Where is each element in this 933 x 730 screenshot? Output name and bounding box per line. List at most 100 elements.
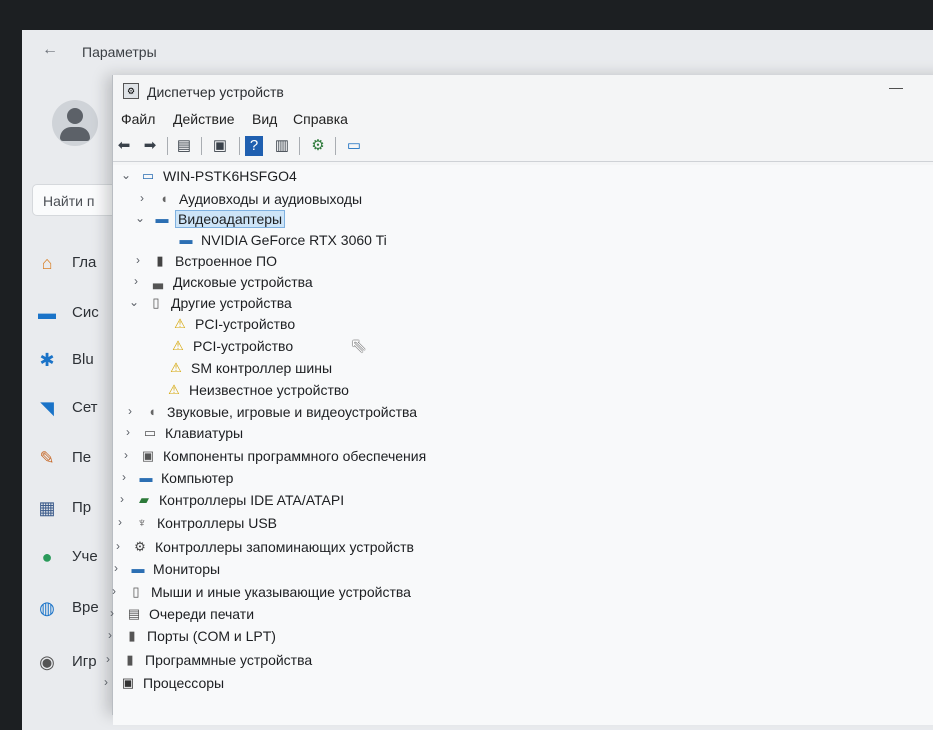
computer-icon: ▭ bbox=[141, 168, 155, 183]
monitor-icon: ▬ bbox=[38, 303, 56, 323]
usb-icon: ♆ bbox=[137, 515, 147, 530]
warning-device-icon: ⚠ bbox=[174, 316, 186, 331]
account-icon: ● bbox=[41, 547, 53, 567]
tree-item-label: Компьютер bbox=[161, 470, 234, 486]
toolbar: ⬅ ➡ ▤ ▣ ? ▥ ⚙ ▭ bbox=[113, 133, 933, 162]
nav-label: Уче bbox=[72, 548, 98, 565]
unknown-device-icon: ▯ bbox=[152, 295, 160, 310]
menu-file[interactable]: Файл bbox=[121, 111, 155, 127]
apps-icon: ▦ bbox=[38, 498, 56, 518]
home-icon: ⌂ bbox=[41, 253, 53, 273]
gpu-icon: ▬ bbox=[179, 232, 193, 247]
chevron-right-icon[interactable]: › bbox=[129, 274, 143, 288]
firmware-icon: ▮ bbox=[156, 253, 164, 268]
toolbar-separator bbox=[299, 137, 300, 155]
chevron-right-icon[interactable]: › bbox=[123, 404, 137, 418]
nav-label: Пр bbox=[72, 499, 92, 516]
chevron-right-icon[interactable]: › bbox=[111, 539, 125, 553]
mouse-cursor-icon: ⇖ bbox=[350, 335, 367, 357]
warning-device-icon: ⚠ bbox=[168, 382, 180, 397]
nav-item-network[interactable]: ◥ Сет bbox=[32, 393, 122, 423]
mouse-icon: ▯ bbox=[132, 584, 140, 599]
menu-help[interactable]: Справка bbox=[293, 111, 348, 127]
nav-item-bluetooth[interactable]: ✱ Blu bbox=[32, 345, 122, 375]
chevron-right-icon[interactable]: › bbox=[103, 628, 117, 642]
device-manager-app-icon: ⚙ bbox=[123, 83, 139, 99]
disk-icon: ▃ bbox=[153, 274, 163, 289]
nav-label: Сет bbox=[72, 399, 98, 416]
chevron-right-icon[interactable]: › bbox=[121, 425, 135, 439]
tree-item-label: Неизвестное устройство bbox=[189, 382, 349, 398]
ide-icon: ▰ bbox=[139, 492, 149, 507]
nav-item-home[interactable]: ⌂ Гла bbox=[32, 248, 122, 278]
properties-icon[interactable]: ▤ bbox=[173, 136, 195, 156]
tree-item-label: Мониторы bbox=[153, 561, 221, 577]
window-title: Диспетчер устройств bbox=[147, 84, 284, 100]
brush-icon: ✎ bbox=[39, 448, 55, 468]
bluetooth-icon: ✱ bbox=[39, 350, 55, 370]
nav-label: Вре bbox=[72, 599, 99, 616]
software-component-icon: ▣ bbox=[141, 448, 155, 463]
view-icon[interactable]: ▥ bbox=[271, 136, 293, 156]
scan-hardware-icon[interactable]: ⚙ bbox=[307, 136, 329, 156]
chevron-right-icon[interactable]: › bbox=[99, 675, 113, 689]
monitor-icon: ▬ bbox=[131, 561, 145, 576]
chevron-down-icon[interactable]: ⌄ bbox=[133, 211, 147, 225]
warning-device-icon: ⚠ bbox=[172, 338, 184, 353]
tree-item-label: Дисковые устройства bbox=[173, 274, 313, 290]
nav-label: Сис bbox=[72, 304, 99, 321]
nav-label: Игр bbox=[72, 653, 97, 670]
chevron-right-icon[interactable]: › bbox=[119, 448, 133, 462]
chevron-down-icon[interactable]: ⌄ bbox=[119, 168, 133, 182]
chevron-right-icon[interactable]: › bbox=[115, 492, 129, 506]
toolbar-separator bbox=[201, 137, 202, 155]
nav-item-system[interactable]: ▬ Сис bbox=[32, 298, 122, 328]
chevron-right-icon[interactable]: › bbox=[135, 191, 149, 205]
back-icon[interactable]: ⬅ bbox=[113, 136, 135, 156]
tree-root-label: WIN-PSTK6HSFGO4 bbox=[163, 168, 297, 184]
keyboard-icon: ▭ bbox=[143, 425, 157, 440]
minimize-button[interactable]: — bbox=[883, 79, 909, 99]
forward-icon[interactable]: ➡ bbox=[139, 136, 161, 156]
tree-item-label: PCI-устройство bbox=[193, 338, 294, 354]
menu-bar: Файл Действие Вид Справка bbox=[113, 109, 933, 131]
chevron-right-icon[interactable]: › bbox=[101, 652, 115, 666]
device-manager-window: ⚙ Диспетчер устройств — Файл Действие Ви… bbox=[104, 75, 933, 725]
chevron-right-icon[interactable]: › bbox=[107, 584, 121, 598]
wifi-icon: ◥ bbox=[40, 398, 54, 418]
tree-item-label: Другие устройства bbox=[171, 295, 292, 311]
tree-item-label: Звуковые, игровые и видеоустройства bbox=[167, 404, 418, 420]
show-hidden-icon[interactable]: ▣ bbox=[209, 136, 231, 156]
back-arrow-icon[interactable]: ← bbox=[42, 41, 58, 59]
menu-view[interactable]: Вид bbox=[252, 111, 277, 127]
tree-item-label: SM контроллер шины bbox=[191, 360, 333, 376]
nav-item-personalization[interactable]: ✎ Пе bbox=[32, 443, 122, 473]
chevron-right-icon[interactable]: › bbox=[131, 253, 145, 267]
toolbar-separator bbox=[239, 137, 240, 155]
avatar[interactable] bbox=[52, 100, 98, 146]
update-driver-icon[interactable]: ▭ bbox=[343, 136, 365, 156]
port-icon: ▮ bbox=[128, 628, 136, 643]
chevron-right-icon[interactable]: › bbox=[117, 470, 131, 484]
chevron-right-icon[interactable]: › bbox=[109, 561, 123, 575]
processor-icon: ▣ bbox=[121, 675, 135, 690]
settings-search-input[interactable]: Найти п bbox=[32, 184, 122, 216]
tree-item-label: Компоненты программного обеспечения bbox=[163, 448, 427, 464]
chevron-down-icon[interactable]: ⌄ bbox=[127, 295, 141, 309]
menu-action[interactable]: Действие bbox=[173, 111, 235, 127]
chevron-right-icon[interactable]: › bbox=[113, 515, 127, 529]
toolbar-separator bbox=[335, 137, 336, 155]
tree-item-label: Очереди печати bbox=[149, 606, 255, 622]
audio-icon: ◖ bbox=[160, 191, 168, 206]
tree-item-label: Процессоры bbox=[143, 675, 225, 691]
chevron-right-icon[interactable]: › bbox=[105, 606, 119, 620]
tree-item-label: Контроллеры USB bbox=[157, 515, 277, 531]
tree-item-label: Контроллеры IDE ATA/ATAPI bbox=[159, 492, 345, 508]
tree-item-label: PCI-устройство bbox=[195, 316, 296, 332]
settings-title: Параметры bbox=[82, 44, 157, 60]
gamepad-icon: ◉ bbox=[39, 652, 55, 672]
nav-item-apps[interactable]: ▦ Пр bbox=[32, 493, 122, 523]
tree-item-label: Мыши и иные указывающие устройства bbox=[151, 584, 411, 600]
help-icon[interactable]: ? bbox=[245, 136, 263, 156]
storage-controller-icon: ⚙ bbox=[134, 539, 146, 554]
